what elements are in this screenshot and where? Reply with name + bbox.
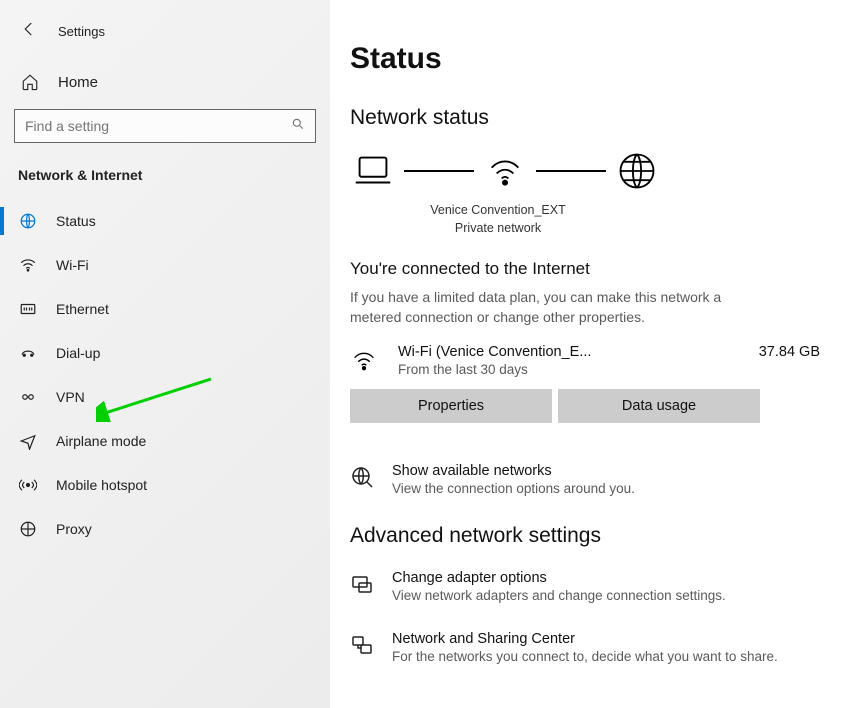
diagram-ssid: Venice Convention_EXT — [350, 202, 646, 220]
connected-desc: If you have a limited data plan, you can… — [350, 287, 750, 328]
wifi-node-icon — [482, 148, 528, 194]
search-icon — [291, 117, 305, 136]
adapter-title: Change adapter options — [392, 570, 726, 586]
airplane-icon — [18, 432, 38, 450]
sidebar-item-wifi[interactable]: Wi-Fi — [0, 243, 330, 287]
home-nav[interactable]: Home — [0, 63, 330, 109]
connected-title: You're connected to the Internet — [350, 259, 820, 279]
sidebar-item-airplane[interactable]: Airplane mode — [0, 419, 330, 463]
diagram-caption: Venice Convention_EXT Private network — [350, 202, 646, 237]
diagram-net-type: Private network — [350, 220, 646, 238]
available-networks-icon — [350, 463, 374, 494]
back-icon[interactable] — [20, 20, 38, 43]
sharing-title: Network and Sharing Center — [392, 631, 778, 647]
home-icon — [20, 73, 40, 91]
sidebar-item-label: Wi-Fi — [56, 257, 89, 273]
connection-row: Wi-Fi (Venice Convention_E... From the l… — [350, 344, 820, 379]
sidebar-item-label: Dial-up — [56, 345, 100, 361]
advanced-heading: Advanced network settings — [350, 524, 820, 548]
available-title: Show available networks — [392, 463, 635, 479]
sidebar-item-ethernet[interactable]: Ethernet — [0, 287, 330, 331]
app-title: Settings — [58, 24, 105, 39]
sidebar-item-label: Status — [56, 213, 96, 229]
globe-icon — [614, 148, 660, 194]
vpn-icon — [18, 388, 38, 406]
status-icon — [18, 212, 38, 230]
data-usage-button[interactable]: Data usage — [558, 389, 760, 423]
connection-wifi-icon — [350, 344, 380, 379]
network-sharing-center[interactable]: Network and Sharing Center For the netwo… — [350, 631, 820, 664]
ethernet-icon — [18, 300, 38, 318]
sidebar-item-label: Proxy — [56, 521, 92, 537]
show-available-networks[interactable]: Show available networks View the connect… — [350, 463, 820, 496]
network-status-heading: Network status — [350, 106, 820, 130]
sharing-icon — [350, 631, 374, 662]
sidebar-item-label: Ethernet — [56, 301, 109, 317]
change-adapter-options[interactable]: Change adapter options View network adap… — [350, 570, 820, 603]
available-desc: View the connection options around you. — [392, 481, 635, 496]
page-title: Status — [350, 42, 820, 76]
connection-size: 37.84 GB — [759, 344, 820, 360]
search-input[interactable] — [25, 118, 263, 134]
adapter-desc: View network adapters and change connect… — [392, 588, 726, 603]
sidebar-item-dialup[interactable]: Dial-up — [0, 331, 330, 375]
hotspot-icon — [18, 476, 38, 494]
sidebar-item-hotspot[interactable]: Mobile hotspot — [0, 463, 330, 507]
connection-sub: From the last 30 days — [398, 362, 741, 377]
search-box[interactable] — [14, 109, 316, 143]
section-title: Network & Internet — [0, 161, 330, 199]
network-diagram — [350, 148, 820, 194]
properties-button[interactable]: Properties — [350, 389, 552, 423]
home-label: Home — [58, 74, 98, 91]
sidebar-item-proxy[interactable]: Proxy — [0, 507, 330, 551]
connection-name: Wi-Fi (Venice Convention_E... — [398, 344, 741, 360]
laptop-icon — [350, 148, 396, 194]
sidebar-item-vpn[interactable]: VPN — [0, 375, 330, 419]
sidebar-item-label: Mobile hotspot — [56, 477, 147, 493]
sharing-desc: For the networks you connect to, decide … — [392, 649, 778, 664]
sidebar-item-label: Airplane mode — [56, 433, 146, 449]
wifi-icon — [18, 256, 38, 274]
sidebar-item-label: VPN — [56, 389, 85, 405]
proxy-icon — [18, 520, 38, 538]
dialup-icon — [18, 344, 38, 362]
sidebar-item-status[interactable]: Status — [0, 199, 330, 243]
adapter-icon — [350, 570, 374, 601]
